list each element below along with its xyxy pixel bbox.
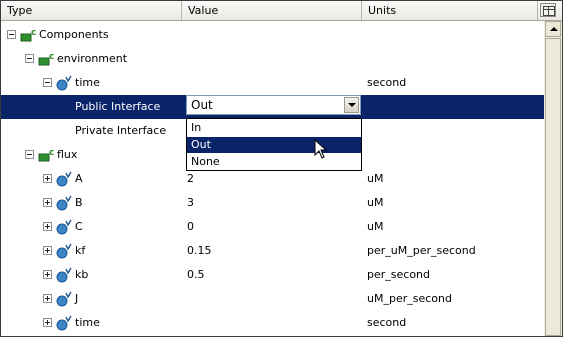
dropdown-option-in[interactable]: In	[187, 120, 361, 136]
tree-label: flux	[57, 148, 78, 161]
tree-expander-icon[interactable]	[43, 78, 52, 87]
variable-name: kf	[75, 244, 86, 257]
variable-name: C	[75, 220, 83, 233]
variable-name: A	[75, 172, 83, 185]
tree-expander-icon[interactable]	[7, 30, 16, 39]
variable-name: B	[75, 196, 83, 209]
column-header-units[interactable]: Units	[362, 1, 538, 20]
tree-expander-icon[interactable]	[25, 54, 34, 63]
tree-expander-icon[interactable]	[43, 270, 52, 279]
variable-name: J	[75, 292, 79, 305]
tree-row-environment[interactable]: c environment	[1, 47, 544, 71]
tree-row-variable[interactable]: C 0 uM	[1, 215, 544, 239]
variable-icon	[56, 243, 72, 259]
variable-name: kb	[75, 268, 89, 281]
tree-expander-icon[interactable]	[43, 174, 52, 183]
dropdown-option-out[interactable]: Out	[187, 137, 361, 153]
variable-units: uM	[367, 172, 384, 185]
chevron-down-icon[interactable]	[344, 97, 359, 113]
scroll-up-button[interactable]	[545, 21, 561, 37]
variable-icon	[56, 219, 72, 235]
variable-units: uM	[367, 196, 384, 209]
tree-expander-icon[interactable]	[43, 246, 52, 255]
tree-row-env-time[interactable]: time second	[1, 71, 544, 95]
variable-value[interactable]: 0.5	[187, 263, 205, 287]
variable-name: time	[75, 76, 100, 89]
vertical-scrollbar[interactable]	[544, 21, 562, 336]
variable-value[interactable]: 3	[187, 191, 194, 215]
tree-expander-icon[interactable]	[43, 198, 52, 207]
variable-units: uM_per_second	[367, 292, 452, 305]
column-header: Type Value Units	[1, 1, 562, 21]
tree-row-variable[interactable]: time second	[1, 311, 544, 335]
scrollbar-thumb[interactable]	[545, 38, 561, 336]
variable-icon	[56, 291, 72, 307]
tree-expander-icon[interactable]	[25, 150, 34, 159]
tree-expander-icon[interactable]	[43, 294, 52, 303]
variable-icon	[56, 171, 72, 187]
svg-text:c: c	[49, 148, 54, 158]
property-label: Public Interface	[75, 100, 161, 113]
svg-text:c: c	[31, 28, 36, 38]
tree-row-components[interactable]: c Components	[1, 23, 544, 47]
variable-icon	[56, 195, 72, 211]
property-tree-panel: Type Value Units c Components c environm…	[0, 0, 563, 337]
variable-icon	[56, 315, 72, 331]
tree-expander-icon[interactable]	[43, 222, 52, 231]
tree-row-variable[interactable]: kb 0.5 per_second	[1, 263, 544, 287]
tree-row-variable[interactable]: B 3 uM	[1, 191, 544, 215]
variable-value[interactable]: 0.15	[187, 239, 212, 263]
variable-units: uM	[367, 220, 384, 233]
variable-icon	[56, 267, 72, 283]
column-header-value[interactable]: Value	[182, 1, 362, 20]
component-icon: c	[38, 52, 54, 66]
property-label: Private Interface	[75, 124, 167, 137]
tree-label: environment	[57, 52, 128, 65]
variable-units: second	[367, 316, 407, 329]
svg-text:c: c	[49, 52, 54, 62]
variable-name: time	[75, 316, 100, 329]
column-header-type[interactable]: Type	[1, 1, 182, 20]
tree-row-variable[interactable]: kf 0.15 per_uM_per_second	[1, 239, 544, 263]
mouse-pointer-icon	[314, 139, 328, 159]
tree-label: Components	[39, 28, 109, 41]
variable-icon	[56, 75, 72, 91]
variable-value[interactable]: 0	[187, 215, 194, 239]
select-value: Out	[191, 98, 213, 112]
variable-units: per_uM_per_second	[367, 244, 476, 257]
dropdown-option-none[interactable]: None	[187, 154, 361, 170]
column-chooser-icon[interactable]	[540, 3, 556, 17]
variable-units: per_second	[367, 268, 431, 281]
component-icon: c	[38, 148, 54, 162]
tree-row-variable[interactable]: J uM_per_second	[1, 287, 544, 311]
public-interface-select[interactable]: Out	[186, 95, 361, 115]
variable-units: second	[367, 76, 407, 89]
tree-expander-icon[interactable]	[43, 318, 52, 327]
dropdown-list: In Out None	[186, 118, 362, 171]
component-icon: c	[20, 28, 36, 42]
